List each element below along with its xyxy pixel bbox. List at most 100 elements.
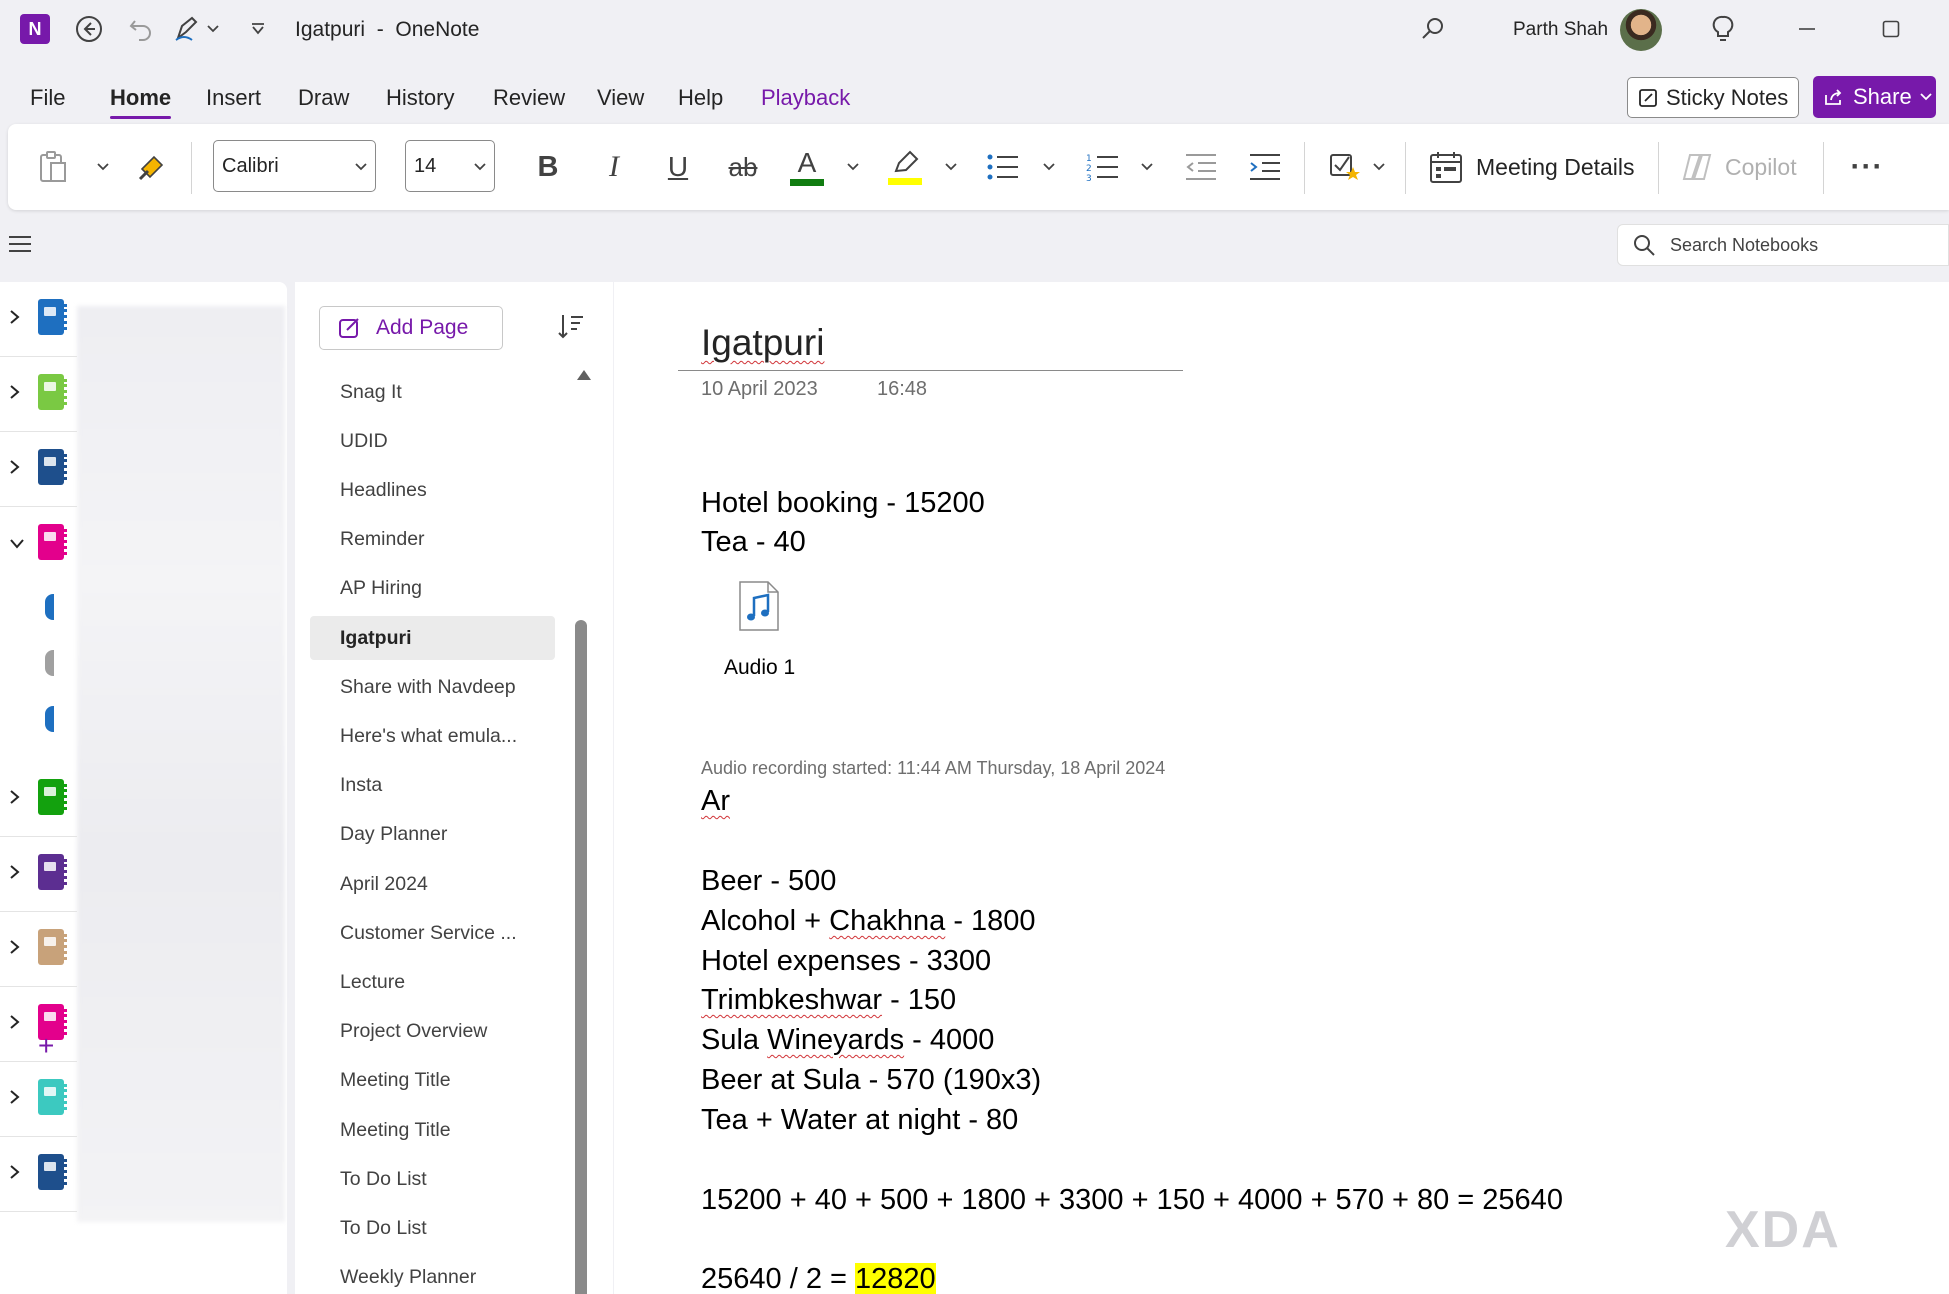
meeting-details-label[interactable]: Meeting Details xyxy=(1476,154,1635,181)
page-list-item[interactable]: Customer Service ... xyxy=(310,911,555,955)
maximize-icon[interactable] xyxy=(1874,12,1908,46)
chevron-right-icon[interactable] xyxy=(10,1163,20,1184)
numbering-dropdown-icon[interactable] xyxy=(1136,144,1158,190)
chevron-down-icon[interactable] xyxy=(10,533,24,554)
minimize-icon[interactable] xyxy=(1790,12,1824,46)
notebook-row[interactable] xyxy=(0,1062,77,1137)
tab-insert[interactable]: Insert xyxy=(206,85,261,111)
notebook-row[interactable] xyxy=(0,432,77,507)
page-list-item[interactable]: Igatpuri xyxy=(310,616,555,660)
page-title[interactable]: Igatpuri xyxy=(701,322,824,364)
chevron-right-icon[interactable] xyxy=(10,383,20,404)
section-tab[interactable] xyxy=(45,594,54,620)
chevron-right-icon[interactable] xyxy=(10,1088,20,1109)
tab-history[interactable]: History xyxy=(386,85,454,111)
tab-view[interactable]: View xyxy=(597,85,644,111)
note-line[interactable]: Sula Wineyards - 4000 xyxy=(701,1024,994,1057)
notebook-row[interactable] xyxy=(0,912,77,987)
pen-dropdown-icon[interactable] xyxy=(203,12,223,46)
lightbulb-icon[interactable] xyxy=(1706,12,1740,46)
notebook-row[interactable] xyxy=(0,282,77,357)
notebook-row[interactable] xyxy=(0,507,77,582)
tab-help[interactable]: Help xyxy=(678,85,723,111)
notebook-row[interactable] xyxy=(0,1137,77,1212)
font-size-select[interactable]: 14 xyxy=(405,140,495,192)
decrease-indent-icon[interactable] xyxy=(1176,144,1226,190)
tab-review[interactable]: Review xyxy=(493,85,565,111)
highlight-button[interactable] xyxy=(880,144,930,190)
tab-playback[interactable]: Playback xyxy=(761,85,850,111)
note-line[interactable]: Trimbkeshwar - 150 xyxy=(701,984,956,1017)
page-list-item[interactable]: Lecture xyxy=(310,960,555,1004)
copilot-icon[interactable] xyxy=(1676,144,1718,190)
search-notebooks-input[interactable]: Search Notebooks xyxy=(1617,224,1949,266)
notebook-row[interactable] xyxy=(0,762,77,837)
strikethrough-button[interactable]: ab xyxy=(718,144,768,190)
page-list-item[interactable]: April 2024 xyxy=(310,862,555,906)
paste-icon[interactable] xyxy=(30,144,76,190)
italic-button[interactable]: I xyxy=(590,144,638,190)
bold-button[interactable]: B xyxy=(524,144,572,190)
notebook-row[interactable] xyxy=(0,357,77,432)
paste-dropdown-icon[interactable] xyxy=(92,144,114,190)
undo-icon[interactable] xyxy=(124,12,158,46)
page-list-item[interactable]: To Do List xyxy=(310,1206,555,1250)
bullets-icon[interactable] xyxy=(978,144,1028,190)
add-page-button[interactable]: Add Page xyxy=(319,306,503,350)
page-list-item[interactable]: Project Overview xyxy=(310,1010,555,1054)
page-list-item[interactable]: Snag It xyxy=(310,370,555,414)
bullets-dropdown-icon[interactable] xyxy=(1038,144,1060,190)
sum-line[interactable]: 15200 + 40 + 500 + 1800 + 3300 + 150 + 4… xyxy=(701,1184,1563,1217)
back-icon[interactable] xyxy=(72,12,106,46)
audio-file-icon[interactable] xyxy=(738,580,780,632)
format-painter-icon[interactable] xyxy=(132,144,172,190)
search-icon[interactable] xyxy=(1416,12,1450,46)
tag-icon[interactable] xyxy=(1324,144,1368,190)
font-color-button[interactable]: A xyxy=(782,144,832,190)
chevron-right-icon[interactable] xyxy=(10,938,20,959)
note-line[interactable]: Tea - 40 xyxy=(701,526,806,559)
more-options-button[interactable]: ··· xyxy=(1844,144,1890,190)
note-line[interactable]: Ar xyxy=(701,785,730,818)
page-list-item[interactable]: UDID xyxy=(310,419,555,463)
copilot-label[interactable]: Copilot xyxy=(1725,154,1797,181)
scroll-up-icon[interactable] xyxy=(577,370,591,380)
pen-icon[interactable] xyxy=(170,12,204,46)
page-list-item[interactable]: AP Hiring xyxy=(310,567,555,611)
page-list-item[interactable]: Weekly Planner xyxy=(310,1256,555,1294)
scroll-thumb[interactable] xyxy=(575,620,587,1294)
menu-icon[interactable] xyxy=(9,236,31,254)
tag-dropdown-icon[interactable] xyxy=(1368,144,1390,190)
page-list-item[interactable]: Here's what emula... xyxy=(310,714,555,758)
share-button[interactable]: Share xyxy=(1813,76,1936,118)
chevron-right-icon[interactable] xyxy=(10,308,20,329)
sticky-notes-button[interactable]: Sticky Notes xyxy=(1627,77,1799,118)
increase-indent-icon[interactable] xyxy=(1240,144,1290,190)
note-line[interactable]: Tea + Water at night - 80 xyxy=(701,1104,1018,1137)
avatar[interactable] xyxy=(1620,9,1662,51)
chevron-right-icon[interactable] xyxy=(10,863,20,884)
chevron-right-icon[interactable] xyxy=(10,458,20,479)
note-line[interactable]: Hotel expenses - 3300 xyxy=(701,945,991,978)
highlight-dropdown-icon[interactable] xyxy=(940,144,962,190)
add-section-button[interactable]: + xyxy=(38,1030,54,1062)
tab-draw[interactable]: Draw xyxy=(298,85,349,111)
font-color-dropdown-icon[interactable] xyxy=(842,144,864,190)
tab-file[interactable]: File xyxy=(30,85,65,111)
page-list-item[interactable]: Day Planner xyxy=(310,813,555,857)
note-line[interactable]: Beer at Sula - 570 (190x3) xyxy=(701,1064,1041,1097)
chevron-right-icon[interactable] xyxy=(10,788,20,809)
calendar-icon[interactable] xyxy=(1424,144,1468,190)
chevron-right-icon[interactable] xyxy=(10,1013,20,1034)
page-list-item[interactable]: Meeting Title xyxy=(310,1108,555,1152)
underline-button[interactable]: U xyxy=(654,144,702,190)
tab-home[interactable]: Home xyxy=(110,85,172,119)
numbering-icon[interactable]: 123 xyxy=(1078,144,1128,190)
audio-label[interactable]: Audio 1 xyxy=(724,656,795,680)
note-line[interactable]: Beer - 500 xyxy=(701,865,836,898)
section-tab[interactable] xyxy=(45,650,54,676)
notebook-row[interactable] xyxy=(0,837,77,912)
note-canvas[interactable]: Igatpuri 10 April 2023 16:48 Hotel booki… xyxy=(614,282,1949,1294)
division-line[interactable]: 25640 / 2 = 12820 xyxy=(701,1263,936,1294)
note-line[interactable]: Hotel booking - 15200 xyxy=(701,487,985,520)
